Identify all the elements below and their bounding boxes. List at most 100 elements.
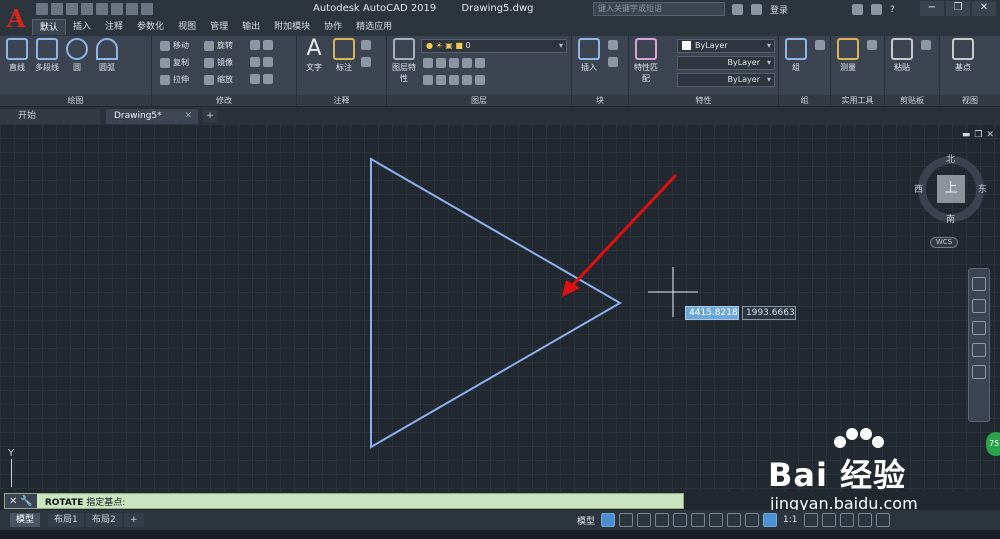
layer-match-icon[interactable] [475,58,485,68]
search-input[interactable]: 键入关键字或短语 [593,2,725,16]
layer-lock-icon[interactable] [462,58,472,68]
close-tab-icon[interactable]: ✕ [184,109,192,124]
layer-on-icon[interactable] [423,75,433,85]
layer-off-icon[interactable] [423,58,433,68]
add-layout-button[interactable]: + [124,513,144,527]
copy-clip-button[interactable] [921,40,931,50]
groups-panel-title[interactable]: 组 [779,95,830,106]
tab-featured-apps[interactable]: 精选应用 [349,19,399,35]
properties-panel-title[interactable]: 特性 [629,95,778,106]
utilities-panel-title[interactable]: 实用工具 [831,95,884,106]
base-point-button[interactable]: 基点 [948,38,978,73]
steering-wheel-icon[interactable] [972,277,986,291]
restore-button[interactable]: ❐ [946,1,970,16]
create-block-button[interactable] [608,40,618,50]
save-icon[interactable] [66,3,78,15]
tab-parametric[interactable]: 参数化 [130,19,171,35]
view-panel-title[interactable]: 视图 [940,95,1000,106]
line-button[interactable]: 直线 [2,38,32,73]
text-button[interactable]: A 文字 [299,38,329,73]
cart-icon[interactable] [852,4,864,15]
color-dropdown[interactable]: ByLayer [677,39,775,53]
close-button[interactable]: ✕ [972,1,996,16]
layer-properties-button[interactable]: 图层特性 [389,38,419,84]
command-line[interactable]: ✕ 🔧 ROTATE 指定基点: [4,493,684,509]
tab-view[interactable]: 视图 [171,19,203,35]
help-button[interactable]: ? [890,5,895,15]
annotation-scale[interactable]: 1:1 [781,515,799,525]
table-button[interactable] [361,57,371,67]
isodraft-icon[interactable] [673,513,688,527]
user-icon[interactable] [751,4,762,15]
isolate-objects-icon[interactable] [839,513,854,527]
array-button[interactable] [250,74,273,84]
layer-thaw-icon[interactable] [449,75,459,85]
save-as-icon[interactable] [81,3,93,15]
arc-button[interactable]: 圆弧 [92,38,122,73]
zoom-extents-icon[interactable] [972,321,986,335]
triangle-shape[interactable] [370,157,622,449]
snap-icon[interactable] [619,513,634,527]
tab-default[interactable]: 默认 [32,19,67,35]
plot-icon[interactable] [96,3,108,15]
clipboard-panel-title[interactable]: 剪贴板 [885,95,939,106]
new-icon[interactable] [36,3,48,15]
pan-icon[interactable] [972,299,986,313]
tab-output[interactable]: 输出 [235,19,267,35]
circle-button[interactable]: 圆 [62,38,92,73]
scale-button[interactable]: 缩放 [204,74,233,85]
grid-icon[interactable] [601,513,616,527]
object-snap-icon[interactable] [691,513,706,527]
tab-drawing[interactable]: Drawing5* ✕ [106,109,198,124]
calculator-button[interactable] [867,40,877,50]
leader-button[interactable] [361,40,371,50]
tab-insert[interactable]: 插入 [66,19,98,35]
ungroup-button[interactable] [815,40,825,50]
group-button[interactable]: 组 [781,38,811,73]
layers-panel-title[interactable]: 图层 [387,95,571,106]
dynamic-input-y[interactable]: 1993.6663 [742,306,796,320]
tab-annotate[interactable]: 注释 [98,19,130,35]
binoculars-icon[interactable] [732,4,743,15]
exchange-icon[interactable] [871,4,883,15]
move-button[interactable]: 移动 [160,40,189,51]
open-icon[interactable] [51,3,63,15]
modify-panel-title[interactable]: 修改 [152,95,296,106]
wrench-icon[interactable]: 🔧 [20,496,32,507]
layout-tab-model[interactable]: 模型 [10,513,41,527]
green-badge[interactable]: 75 [986,432,1000,456]
plus-icon[interactable] [821,513,836,527]
layer-freeze-icon[interactable] [449,58,459,68]
insert-button[interactable]: 插入 [574,38,604,73]
edit-block-button[interactable] [608,57,618,67]
layer-dropdown[interactable]: ● ☀ ▣ ■ 0 [421,39,567,53]
lineweight-icon[interactable] [709,513,724,527]
paste-button[interactable]: 粘贴 [887,38,917,73]
showmotion-icon[interactable] [972,365,986,379]
layer-unlock-icon[interactable] [462,75,472,85]
redo-icon[interactable] [126,3,138,15]
viewcube[interactable]: 上 北 南 东 西 [912,155,988,226]
application-menu-button[interactable]: A [0,0,32,36]
erase-icon[interactable] [263,40,273,50]
sign-in-link[interactable]: 登录 [770,3,788,16]
compass-west[interactable]: 西 [914,182,923,195]
workspace-icon[interactable] [141,3,153,15]
transparency-icon[interactable] [727,513,742,527]
layer-isolate-icon[interactable] [436,58,446,68]
explode-icon[interactable] [263,57,273,67]
lineweight-dropdown[interactable]: ByLayer [677,73,775,87]
tab-start[interactable]: 开始 [0,109,100,124]
clean-screen-icon[interactable] [857,513,872,527]
measure-button[interactable]: 测量 [833,38,863,73]
compass-south[interactable]: 南 [946,212,955,225]
layer-current-icon[interactable] [475,75,485,85]
selection-cycling-icon[interactable] [745,513,760,527]
ortho-icon[interactable] [637,513,652,527]
tab-collaborate[interactable]: 协作 [317,19,349,35]
layout-tab-2[interactable]: 布局2 [86,513,122,527]
stretch-button[interactable]: 拉伸 [160,74,189,85]
layer-unisolate-icon[interactable] [436,75,446,85]
dynamic-input-x[interactable]: 4415.8218 [685,306,739,320]
undo-icon[interactable] [111,3,123,15]
